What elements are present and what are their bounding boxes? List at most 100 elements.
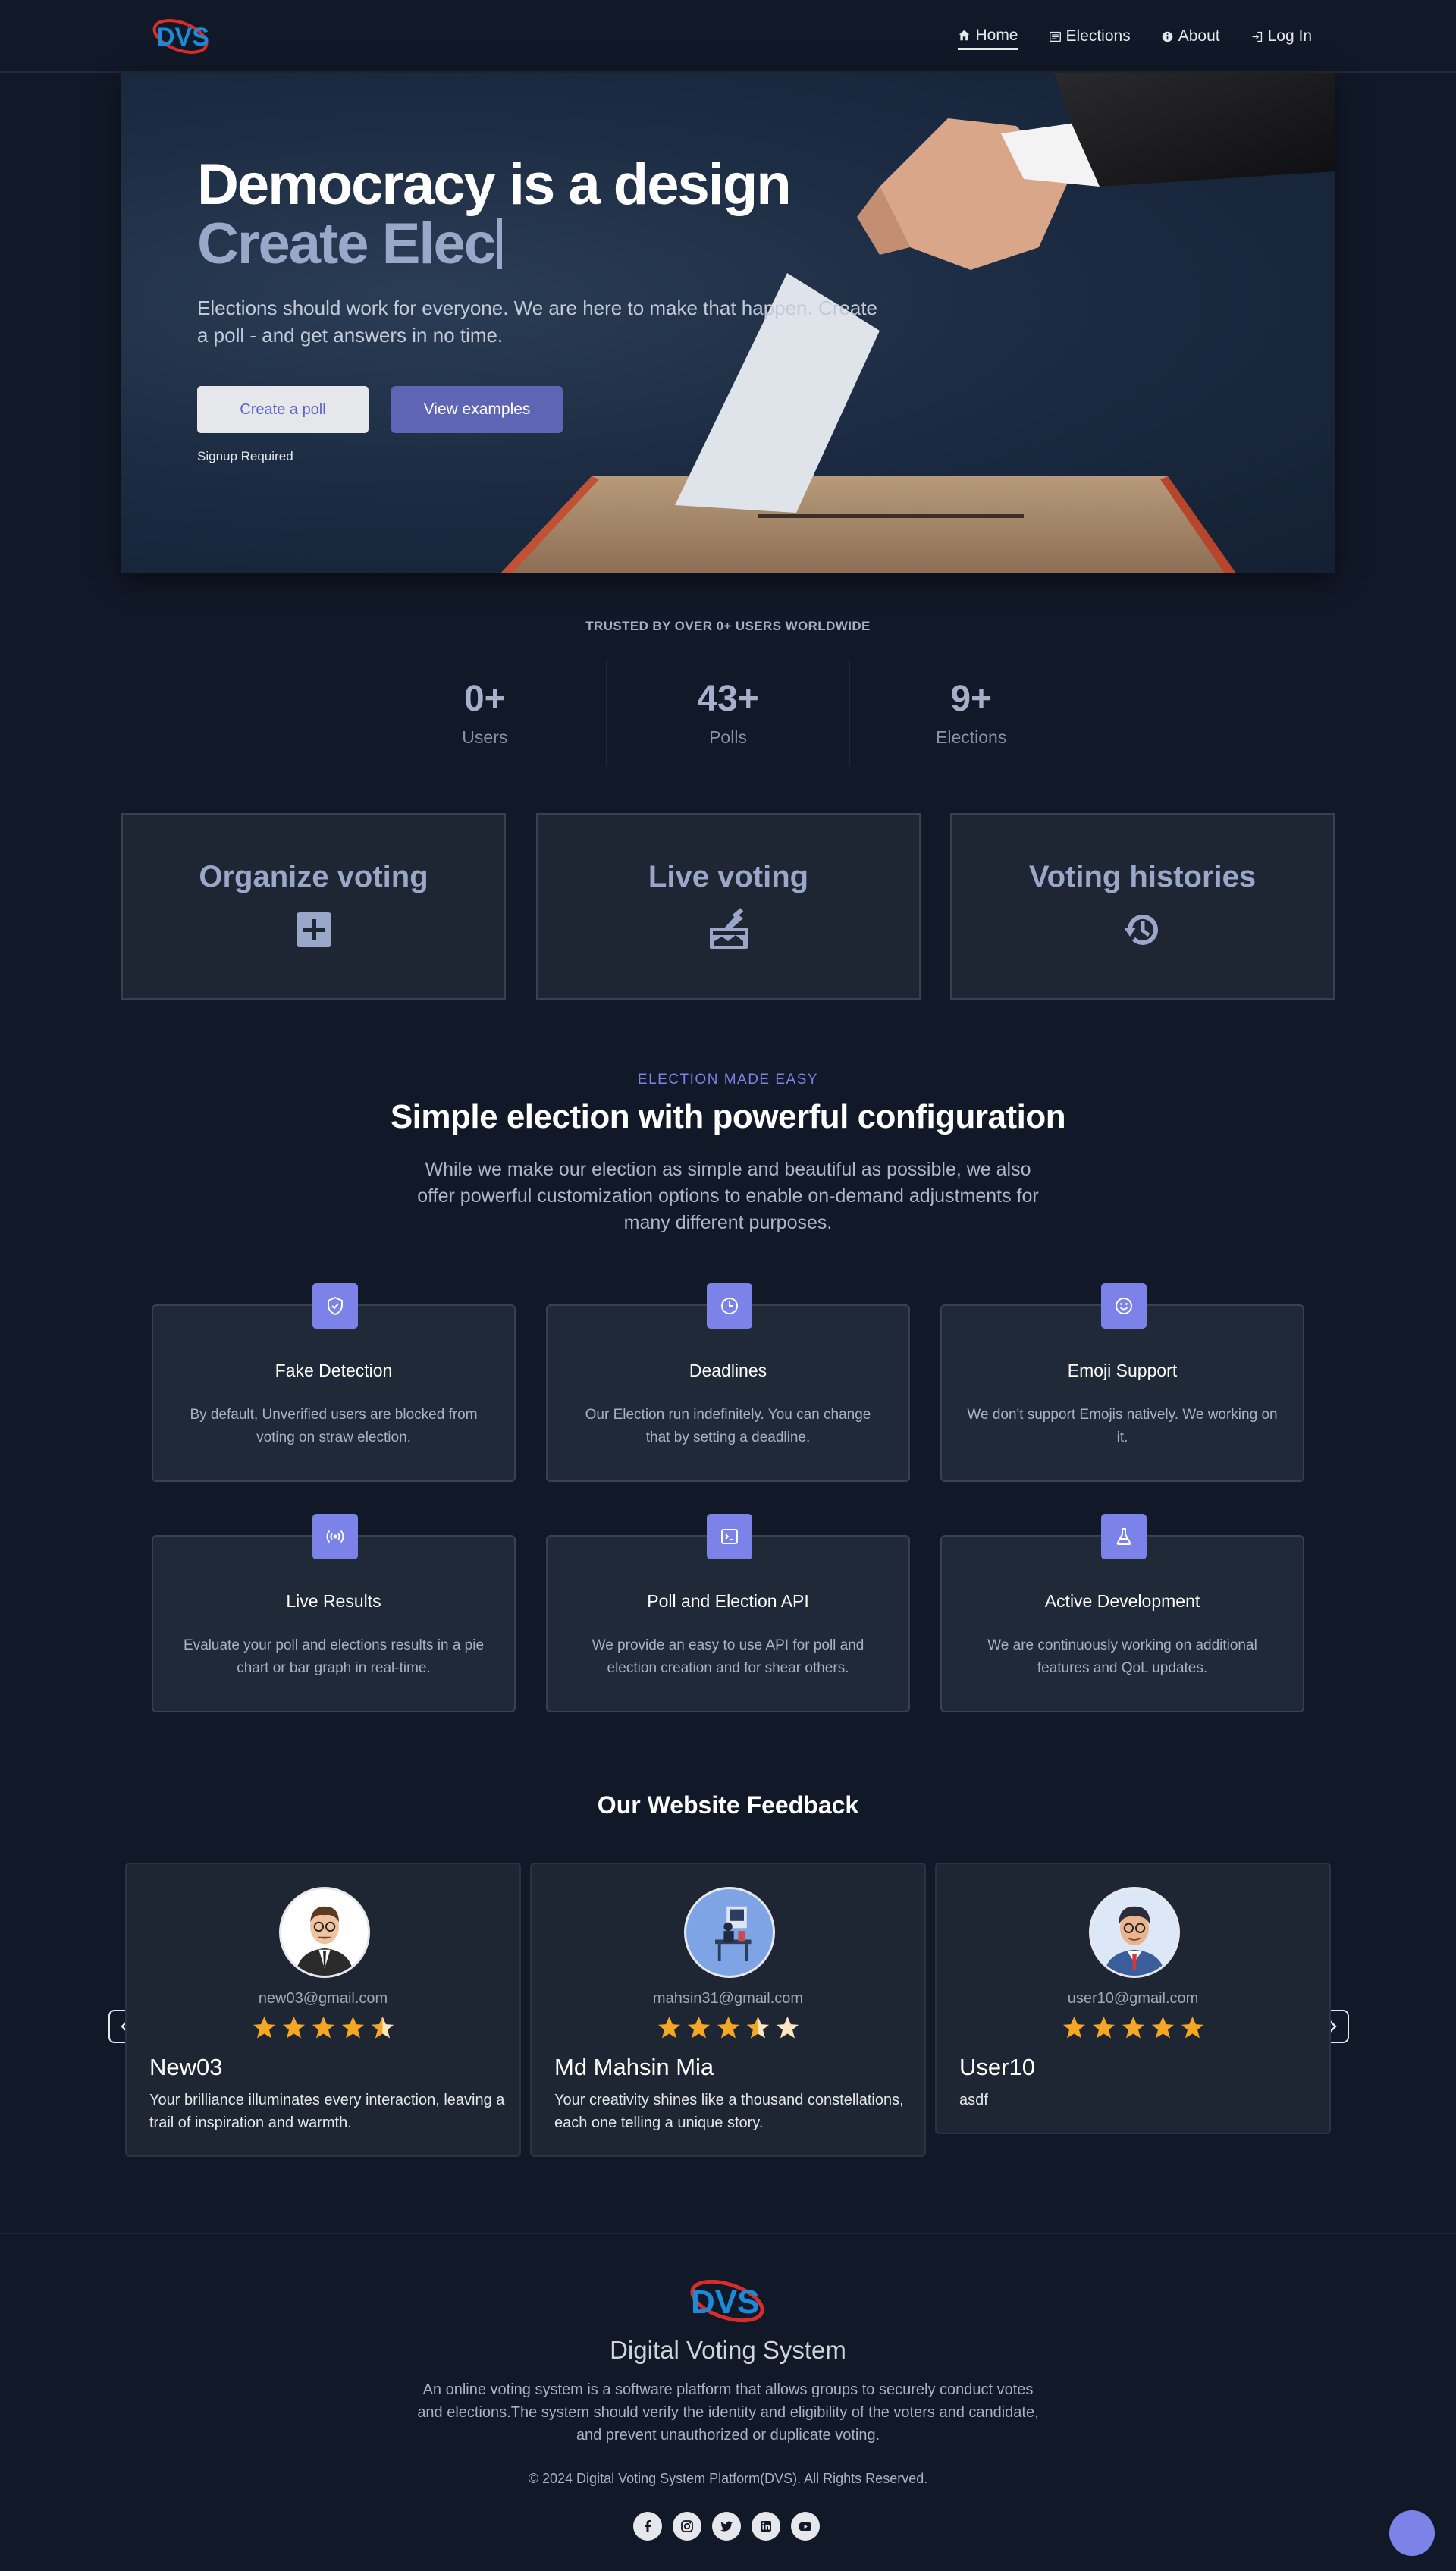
star-icon — [1062, 2016, 1085, 2039]
stat-value: 43+ — [697, 679, 759, 719]
hero-title: Democracy is a design — [197, 152, 792, 217]
star-icon — [1181, 2016, 1203, 2039]
star-icon — [253, 2016, 275, 2039]
home-icon — [959, 30, 970, 41]
hero-typing-text: Create Elec — [197, 214, 503, 275]
section-eyebrow: ELECTION MADE EASY — [637, 1072, 819, 1088]
nav-elections[interactable]: Elections — [1049, 23, 1131, 50]
section-description: While we make our election as simple and… — [417, 1159, 1039, 1233]
review-card: user10@gmail.com User10 asdf — [935, 1863, 1331, 2134]
config-card-fake-detection: Fake Detection By default, Unverified us… — [152, 1283, 516, 1482]
config-card-text: We are continuously working on additiona… — [987, 1637, 1257, 1676]
config-card-api: Poll and Election API We provide an easy… — [546, 1514, 910, 1712]
signup-note: Signup Required — [197, 449, 293, 463]
facebook-icon — [645, 2520, 651, 2532]
stat-value: 0+ — [463, 679, 506, 719]
linkedin-icon — [761, 2521, 771, 2532]
star-half-icon — [746, 2016, 769, 2039]
flask-icon — [1116, 1528, 1131, 1545]
nav-about[interactable]: About — [1161, 23, 1220, 50]
review-name: Md Mahsin Mia — [554, 2054, 714, 2080]
config-card-active-development: Active Development We are continuously w… — [940, 1514, 1304, 1712]
plus-square-icon — [296, 912, 331, 947]
config-card-title: Active Development — [1044, 1591, 1200, 1611]
stat-value: 9+ — [950, 679, 993, 719]
config-icon-badge — [707, 1283, 752, 1329]
facebook-link[interactable] — [633, 2512, 662, 2541]
svg-text:DVS: DVS — [156, 23, 209, 52]
linkedin-link[interactable] — [752, 2512, 780, 2541]
hero-description: Elections should work for everyone. We a… — [197, 297, 878, 347]
avatar — [1089, 1887, 1180, 1978]
newspaper-icon — [1049, 31, 1061, 42]
config-card-deadlines: Deadlines Our Election run indefinitely.… — [546, 1283, 910, 1482]
stat-polls: 43+ Polls — [607, 660, 851, 766]
instagram-icon — [681, 2520, 693, 2532]
login-icon — [1252, 31, 1262, 42]
feature-title: Live voting — [648, 860, 809, 893]
config-card-text: We don't support Emojis natively. We wor… — [967, 1407, 1278, 1446]
review-name: New03 — [149, 2054, 223, 2080]
dvs-logo[interactable]: DVS — [152, 11, 212, 59]
config-card-live-results: Live Results Evaluate your poll and elec… — [152, 1514, 516, 1712]
youtube-icon — [799, 2522, 811, 2531]
avatar — [684, 1887, 775, 1978]
review-email: mahsin31@gmail.com — [652, 1990, 804, 2007]
feature-title: Voting histories — [1028, 860, 1257, 893]
youtube-link[interactable] — [791, 2512, 820, 2541]
smiley-icon — [1116, 1298, 1132, 1314]
footer-description: An online voting system is a software pl… — [417, 2381, 1039, 2444]
social-links — [633, 2512, 820, 2541]
review-card: new03@gmail.com New03 Your brilliance il… — [125, 1863, 521, 2157]
feature-voting-histories[interactable]: Voting histories — [950, 813, 1335, 1000]
twitter-link[interactable] — [712, 2512, 741, 2541]
config-icon-badge — [1101, 1514, 1147, 1559]
config-card-emoji-support: Emoji Support We don't support Emojis na… — [940, 1283, 1304, 1482]
config-card-text: We provide an easy to use API for poll a… — [592, 1637, 864, 1676]
feature-title: Organize voting — [199, 860, 428, 893]
twitter-icon — [720, 2521, 733, 2532]
feature-organize-voting[interactable]: Organize voting — [121, 813, 506, 1000]
stat-label: Polls — [709, 727, 747, 747]
nav-login-label: Log In — [1267, 27, 1312, 45]
footer: DVS Digital Voting System An online voti… — [0, 2233, 1456, 2571]
review-name: User10 — [959, 2054, 1035, 2080]
info-icon — [1162, 31, 1173, 42]
create-poll-button[interactable]: Create a poll — [197, 386, 369, 433]
star-icon — [341, 2016, 364, 2039]
config-card-title: Poll and Election API — [647, 1591, 809, 1611]
config-icon-badge — [312, 1514, 358, 1559]
stat-users: 0+ Users — [364, 660, 607, 766]
config-card-text: Evaluate your poll and elections results… — [183, 1637, 485, 1676]
chat-button[interactable] — [1389, 2510, 1435, 2556]
nav-login[interactable]: Log In — [1250, 23, 1312, 50]
stat-elections: 9+ Elections — [850, 660, 1092, 766]
review-card: mahsin31@gmail.com Md Mahsin Mia Your cr… — [530, 1863, 926, 2157]
view-examples-button[interactable]: View examples — [391, 386, 563, 433]
star-icon — [1092, 2016, 1115, 2039]
config-card-text: By default, Unverified users are blocked… — [190, 1407, 478, 1446]
broadcast-icon — [326, 1530, 344, 1543]
svg-text:DVS: DVS — [691, 2284, 759, 2321]
star-icon — [1151, 2016, 1174, 2039]
rating-stars — [127, 2014, 519, 2041]
config-icon-badge — [707, 1514, 752, 1559]
feature-live-voting[interactable]: Live voting — [536, 813, 921, 1000]
ballot-box-icon — [709, 908, 748, 949]
review-message: Your creativity shines like a thousand c… — [554, 2092, 904, 2131]
rating-stars — [532, 2014, 924, 2041]
top-navbar: DVS Home Elections About Log In — [0, 0, 1456, 73]
nav-home-label: Home — [975, 26, 1018, 44]
config-icon-badge — [312, 1283, 358, 1329]
dvs-logo[interactable]: DVS — [686, 2271, 770, 2328]
instagram-link[interactable] — [673, 2512, 701, 2541]
nav-home[interactable]: Home — [958, 23, 1018, 50]
section-title: Simple election with powerful configurat… — [390, 1098, 1066, 1135]
feedback-title: Our Website Feedback — [597, 1791, 859, 1819]
history-icon — [1123, 914, 1158, 945]
config-card-title: Deadlines — [689, 1361, 767, 1380]
star-icon — [657, 2016, 680, 2039]
review-email: user10@gmail.com — [1067, 1990, 1199, 2007]
stat-label: Elections — [936, 727, 1007, 747]
star-icon — [282, 2016, 305, 2039]
